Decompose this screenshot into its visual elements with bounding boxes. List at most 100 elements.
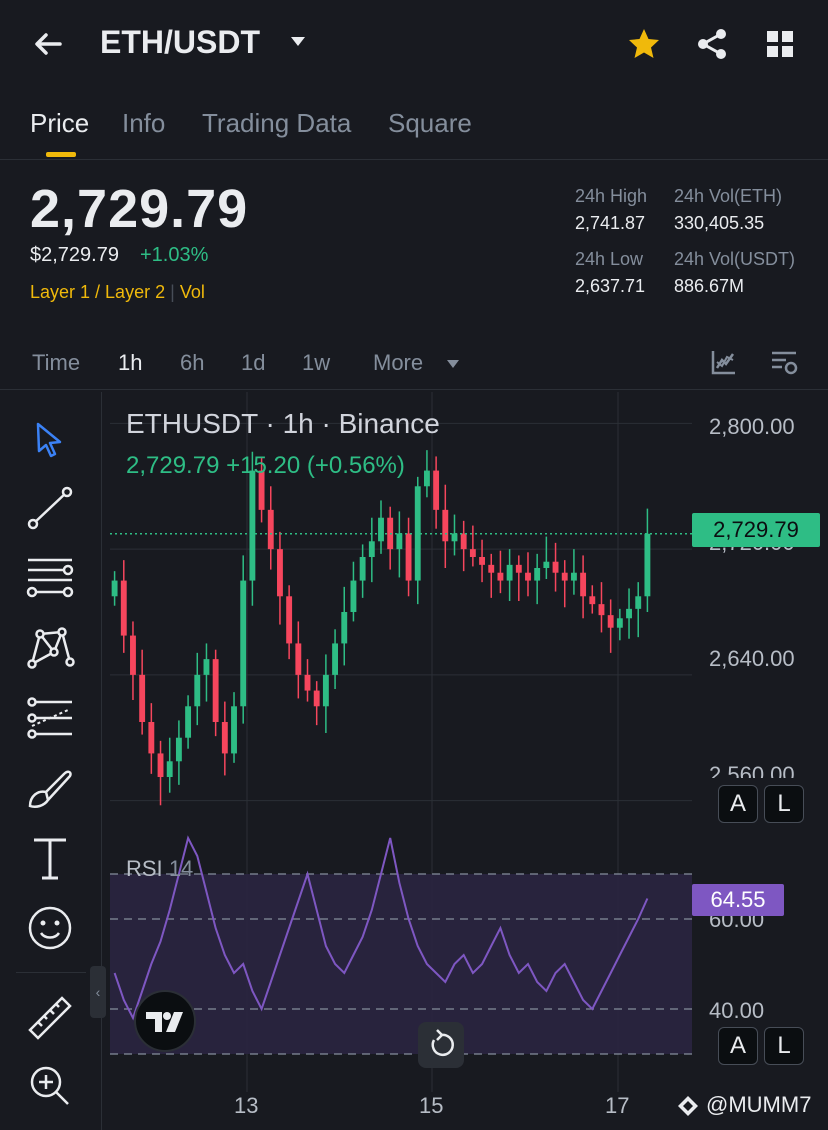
stat-high-value: 2,741.87 (575, 213, 646, 233)
candle-body (120, 580, 127, 636)
candle-body (295, 643, 302, 675)
candle-body (580, 572, 587, 597)
header: ETH/USDT (0, 0, 828, 88)
candle-body (322, 674, 329, 707)
candle-body (543, 561, 550, 568)
tab-square[interactable]: Square (388, 108, 472, 139)
candle-body (442, 509, 449, 542)
stat-vol-eth-value: 330,405.35 (674, 213, 765, 233)
candle-body (607, 615, 614, 628)
rsi-name: RSI (126, 856, 163, 881)
candle-body (359, 557, 366, 581)
interval-more[interactable]: More (373, 350, 423, 376)
watermark: @MUMM7 (706, 1092, 812, 1117)
log-scale-button[interactable]: L (764, 785, 804, 823)
tag-separator: | (170, 282, 175, 302)
rsi-auto-scale-button[interactable]: A (718, 1027, 758, 1065)
candle-body (157, 753, 164, 777)
candle-body (626, 608, 632, 619)
price-axis-label: 2,640.00 (709, 646, 795, 671)
candle-body (368, 541, 375, 557)
emoji-icon[interactable] (24, 902, 76, 954)
rsi-band (110, 874, 692, 1054)
caret-down-icon[interactable] (446, 358, 460, 370)
candle-body (469, 549, 476, 557)
trend-line-icon[interactable] (24, 482, 76, 534)
horizontal-lines-icon[interactable] (24, 552, 76, 604)
reset-icon (431, 1029, 454, 1057)
toolbar-divider (16, 972, 86, 973)
candle-body (616, 618, 623, 628)
rsi-axis-label: 40.00 (709, 998, 765, 1023)
indicator-icon[interactable] (710, 348, 738, 376)
back-arrow-icon[interactable] (28, 24, 68, 64)
candle-body (378, 517, 384, 542)
text-tool-icon[interactable] (24, 832, 76, 884)
stat-high-label: 24h High (575, 186, 648, 206)
caret-down-icon[interactable] (288, 34, 308, 50)
candle-body (194, 674, 201, 707)
candle-body (488, 564, 495, 573)
stat-vol-usdt-label: 24h Vol(USDT) (674, 249, 796, 269)
ruler-icon[interactable] (24, 992, 76, 1044)
auto-scale-button[interactable]: A (718, 785, 758, 823)
tag-row: Layer 1 / Layer 2 | Vol (30, 282, 205, 303)
tab-info[interactable]: Info (122, 108, 165, 139)
tag-vol[interactable]: Vol (180, 282, 205, 302)
drawing-toolbar (0, 392, 102, 1130)
candle-body (479, 557, 485, 565)
candle-body (570, 572, 577, 581)
tag-layer[interactable]: Layer 1 / Layer 2 (30, 282, 165, 302)
candle-body (598, 604, 605, 616)
fib-retracement-icon[interactable] (24, 692, 76, 744)
star-icon[interactable] (626, 26, 662, 62)
rsi-log-scale-button[interactable]: L (764, 1027, 804, 1065)
interval-bar: Time 1h 6h 1d 1w More (0, 340, 828, 390)
interval-6h[interactable]: 6h (180, 350, 204, 376)
chart-title: ETHUSDT · 1h · Binance (126, 408, 440, 439)
stat-vol-eth-label: 24h Vol(ETH) (674, 186, 783, 206)
candle-body (525, 572, 531, 581)
reset-chart-button[interactable] (418, 1022, 464, 1068)
candle-body (405, 533, 412, 581)
candle-body (552, 561, 559, 573)
interval-1d[interactable]: 1d (241, 350, 265, 376)
date-axis-label: 15 (419, 1093, 444, 1118)
candle-body (460, 533, 467, 550)
tab-bar: Price Info Trading Data Square (0, 100, 828, 160)
price-usd: $2,729.79 (30, 244, 119, 266)
candle-body (534, 568, 541, 581)
candle-body (396, 533, 403, 550)
tab-price[interactable]: Price (30, 108, 89, 139)
date-axis-label: 17 (605, 1093, 630, 1118)
cursor-icon[interactable] (24, 412, 76, 464)
candle-body (589, 596, 596, 605)
stat-low-value: 2,637.71 (575, 276, 646, 296)
pattern-icon[interactable] (24, 622, 76, 674)
candle-body (451, 533, 458, 542)
candle-body (304, 674, 311, 691)
candle-body (166, 761, 173, 777)
price-axis-label: 2,800.00 (709, 414, 795, 439)
candle-body (313, 690, 320, 707)
candle-body (221, 722, 228, 754)
candle-body (203, 659, 210, 675)
brush-icon[interactable] (24, 762, 76, 814)
candle-body (497, 572, 504, 581)
pair-title[interactable]: ETH/USDT (100, 24, 260, 61)
price-change: +1.03% (140, 244, 209, 266)
chart-settings-icon[interactable] (770, 348, 798, 376)
candle-body (332, 643, 339, 675)
grid-icon[interactable] (762, 26, 798, 62)
last-price-label: 2,729.79 (692, 513, 820, 547)
interval-1w[interactable]: 1w (302, 350, 330, 376)
interval-time[interactable]: Time (32, 350, 80, 376)
share-icon[interactable] (694, 26, 730, 62)
chart-change: 2,729.79 +15.20 (+0.56%) (126, 452, 405, 479)
candle-body (249, 470, 256, 581)
zoom-in-icon[interactable] (24, 1060, 76, 1112)
tab-trading-data[interactable]: Trading Data (202, 108, 351, 139)
candle-body (423, 470, 430, 487)
candle-body (267, 509, 274, 550)
interval-1h[interactable]: 1h (118, 350, 142, 376)
